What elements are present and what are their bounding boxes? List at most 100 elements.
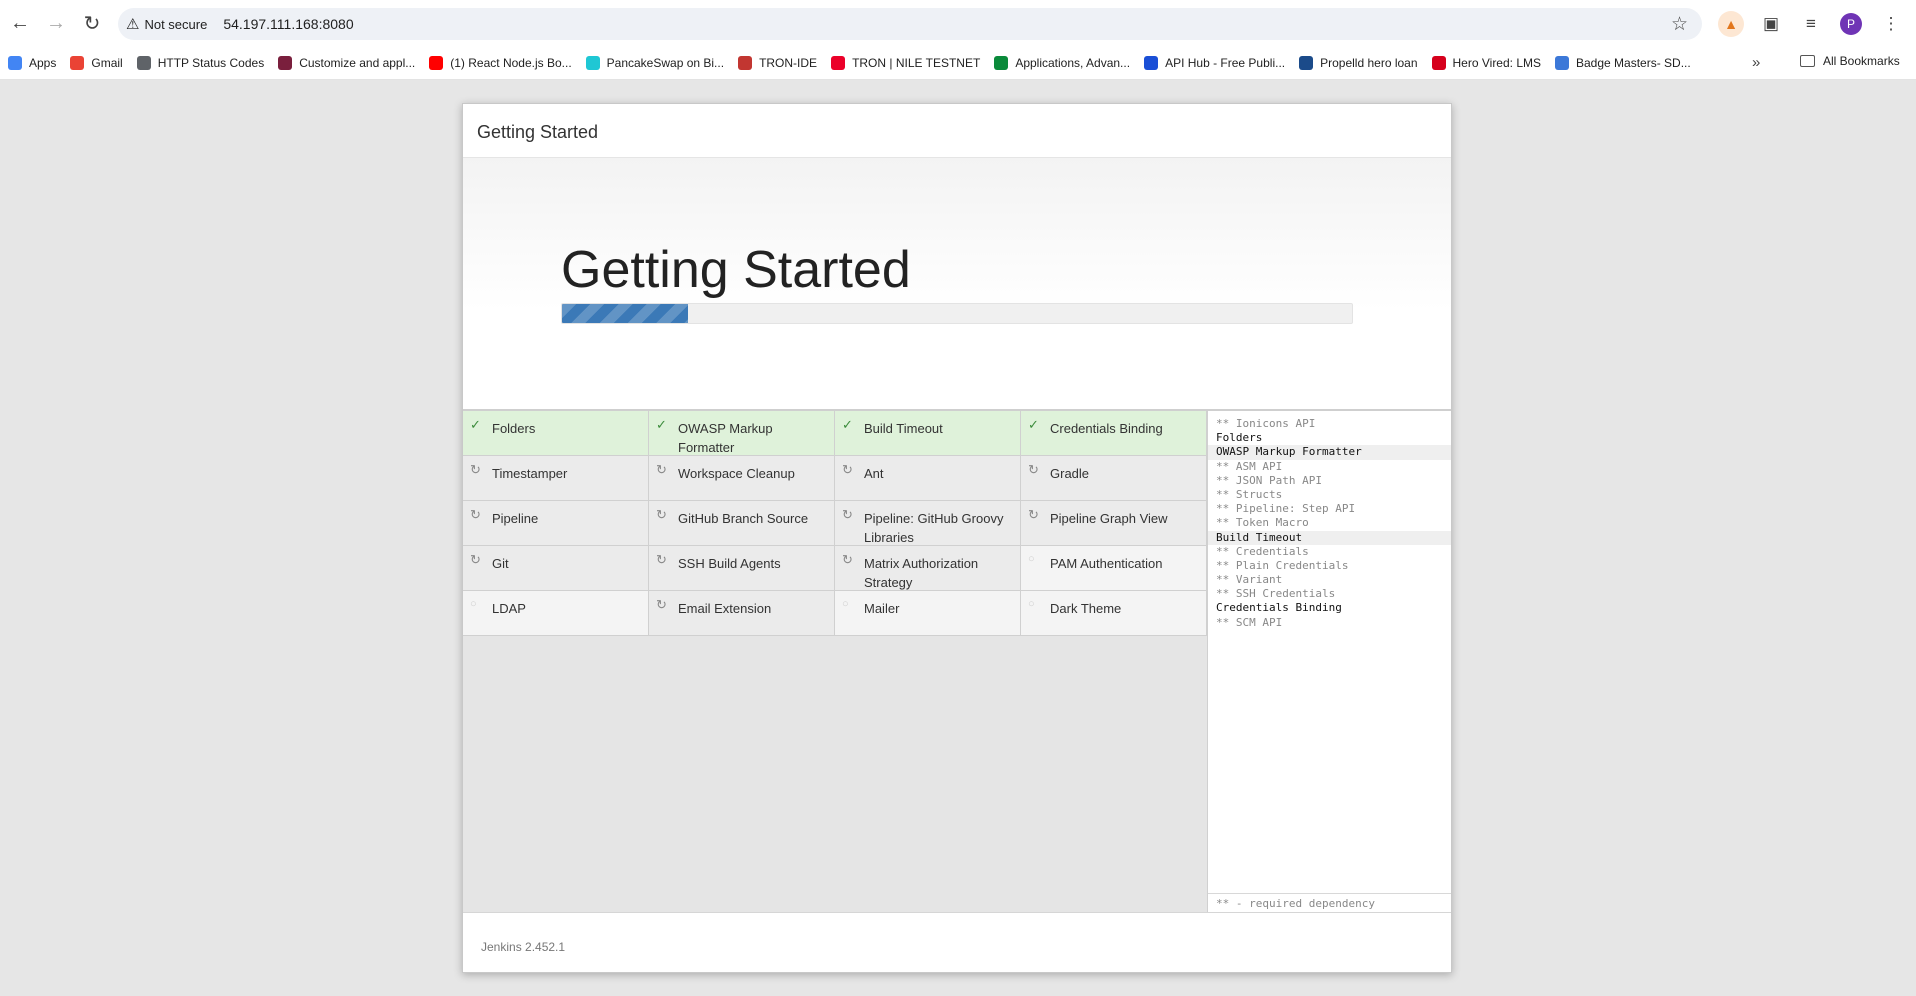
bookmark-star-icon[interactable]: ☆: [1671, 13, 1688, 36]
bookmark-item[interactable]: PancakeSwap on Bi...: [585, 55, 725, 70]
toolbar-extensions: ▲ ▣ ≡ P ⋮: [1716, 8, 1906, 40]
site-icon: [994, 55, 1009, 70]
checkmark-icon: ✓: [1028, 417, 1039, 432]
log-dependency-line: ** Token Macro: [1216, 516, 1309, 530]
pending-circle-icon: ○: [1028, 553, 1035, 565]
bookmark-label: (1) React Node.js Bo...: [450, 55, 572, 70]
plugin-name: Mailer: [864, 601, 900, 616]
plugin-name: Build Timeout: [864, 421, 943, 436]
security-indicator[interactable]: ⚠ Not secure: [126, 15, 207, 33]
plugin-item: ↻ SSH Build Agents: [649, 546, 835, 591]
badge-icon: [1555, 55, 1569, 70]
spinner-icon: ↻: [470, 507, 481, 522]
bookmark-label: Apps: [29, 55, 57, 70]
all-bookmarks-label: All Bookmarks: [1823, 54, 1900, 68]
plugin-item: ↻ Pipeline: [463, 501, 649, 546]
install-log[interactable]: ** Ionicons API Folders OWASP Markup Forma…: [1207, 411, 1451, 915]
gmail-icon: [70, 55, 85, 70]
extensions-button[interactable]: ▣: [1756, 9, 1786, 39]
bookmark-item[interactable]: Badge Masters- SD...: [1555, 55, 1691, 70]
pending-circle-icon: ○: [1028, 598, 1035, 610]
bookmark-item[interactable]: Applications, Advan...: [994, 55, 1130, 70]
log-dependency-line: ** Variant: [1216, 573, 1283, 587]
folder-icon: [1800, 55, 1815, 67]
log-dependency-line: ** SCM API: [1216, 615, 1283, 629]
reload-icon: ↻: [83, 12, 101, 35]
media-controls-button[interactable]: ≡: [1796, 9, 1826, 39]
plugin-item: ↻ Pipeline: GitHub Groovy Libraries: [835, 501, 1021, 546]
bookmark-item[interactable]: TRON-IDE: [738, 55, 817, 70]
spinner-icon: ↻: [656, 597, 667, 612]
back-button[interactable]: ←: [2, 5, 38, 41]
spinner-icon: ↻: [842, 462, 853, 477]
bookmark-item[interactable]: Customize and appl...: [278, 55, 415, 70]
bookmark-item[interactable]: TRON | NILE TESTNET: [831, 55, 980, 70]
avatar: P: [1840, 13, 1862, 35]
log-dependency-line: ** ASM API: [1216, 459, 1283, 473]
apps-grid-icon: [8, 55, 22, 70]
tron-ide-icon: [738, 55, 753, 70]
api-hub-icon: [1144, 55, 1159, 70]
menu-button[interactable]: ⋮: [1876, 9, 1906, 39]
plugin-grid: ✓ Folders ✓ OWASP Markup Formatter ✓ Build Ti…: [463, 411, 1207, 636]
spinner-icon: ↻: [656, 462, 667, 477]
bookmark-label: PancakeSwap on Bi...: [606, 55, 725, 70]
fox-icon: ▲: [1718, 11, 1744, 37]
plugin-item: ✓ OWASP Markup Formatter: [649, 411, 835, 456]
tron-icon: [831, 55, 846, 70]
back-arrow-icon: ←: [10, 11, 30, 34]
plugin-item: ○ Dark Theme: [1021, 591, 1207, 636]
log-dependency-line: ** Plain Credentials: [1216, 558, 1349, 572]
checkmark-icon: ✓: [656, 417, 667, 432]
plugin-name: Timestamper: [492, 466, 568, 481]
plugin-name: Pipeline: [492, 511, 539, 526]
plugin-item: ↻ Pipeline Graph View: [1021, 501, 1207, 546]
plugin-item: ○ Mailer: [835, 591, 1021, 636]
warning-triangle-icon: ⚠: [126, 16, 140, 33]
more-bookmarks-chevron-icon[interactable]: »: [1752, 54, 1760, 71]
metamask-extension-button[interactable]: ▲: [1716, 9, 1746, 39]
spinner-icon: ↻: [1028, 462, 1039, 477]
plugin-item: ↻ Timestamper: [463, 456, 649, 501]
bookmark-item[interactable]: Gmail: [70, 55, 123, 70]
plugin-name: Ant: [864, 466, 884, 481]
url-text[interactable]: 54.197.111.168:8080: [223, 16, 353, 32]
browser-toolbar: ← → ↻ ⚠ Not secure 54.197.111.168:8080 ☆…: [0, 0, 1916, 46]
spinner-icon: ↻: [470, 462, 481, 477]
bookmarks-list: Apps Gmail HTTP Status Codes Customize and …: [8, 55, 1705, 70]
bookmark-item[interactable]: Apps: [8, 55, 57, 70]
bookmark-item[interactable]: API Hub - Free Publi...: [1144, 55, 1285, 70]
log-dependency-line: ** Pipeline: Step API: [1216, 502, 1356, 516]
all-bookmarks-button[interactable]: All Bookmarks: [1800, 54, 1900, 68]
log-dependency-line: ** Credentials: [1216, 544, 1309, 558]
dialog-header: Getting Started: [463, 104, 1451, 158]
bookmark-item[interactable]: (1) React Node.js Bo...: [429, 55, 572, 70]
bookmark-label: Propelld hero loan: [1320, 55, 1418, 70]
reload-button[interactable]: ↻: [74, 5, 110, 41]
plugin-name: Git: [492, 556, 509, 571]
bookmark-item[interactable]: HTTP Status Codes: [136, 55, 264, 70]
bookmark-item[interactable]: Propelld hero loan: [1299, 55, 1418, 70]
profile-button[interactable]: P: [1836, 9, 1866, 39]
plugin-name: Email Extension: [678, 601, 772, 616]
spinner-icon: ↻: [842, 507, 853, 522]
plugin-item: ○ PAM Authentication: [1021, 546, 1207, 591]
bookmark-item[interactable]: Hero Vired: LMS: [1431, 55, 1541, 70]
site-icon: [278, 55, 293, 70]
playlist-icon: ≡: [1806, 14, 1816, 33]
plugin-item: ↻ Workspace Cleanup: [649, 456, 835, 501]
forward-arrow-icon: →: [46, 11, 66, 34]
log-dependency-line: ** Ionicons API: [1216, 417, 1316, 430]
plugin-name: OWASP Markup Formatter: [678, 421, 773, 455]
address-bar[interactable]: ⚠ Not secure 54.197.111.168:8080 ☆: [118, 8, 1702, 40]
plugin-item: ↻ Email Extension: [649, 591, 835, 636]
plugin-name: GitHub Branch Source: [678, 511, 809, 526]
setup-wizard-dialog: Getting Started Getting Started ✓ Folders…: [462, 103, 1452, 973]
plugin-name: SSH Build Agents: [678, 556, 781, 571]
globe-icon: [136, 55, 151, 70]
checkmark-icon: ✓: [470, 417, 481, 432]
plugin-name: Workspace Cleanup: [678, 466, 795, 481]
spinner-icon: ↻: [656, 507, 667, 522]
forward-button[interactable]: →: [38, 5, 74, 41]
bookmark-label: Gmail: [91, 55, 123, 70]
